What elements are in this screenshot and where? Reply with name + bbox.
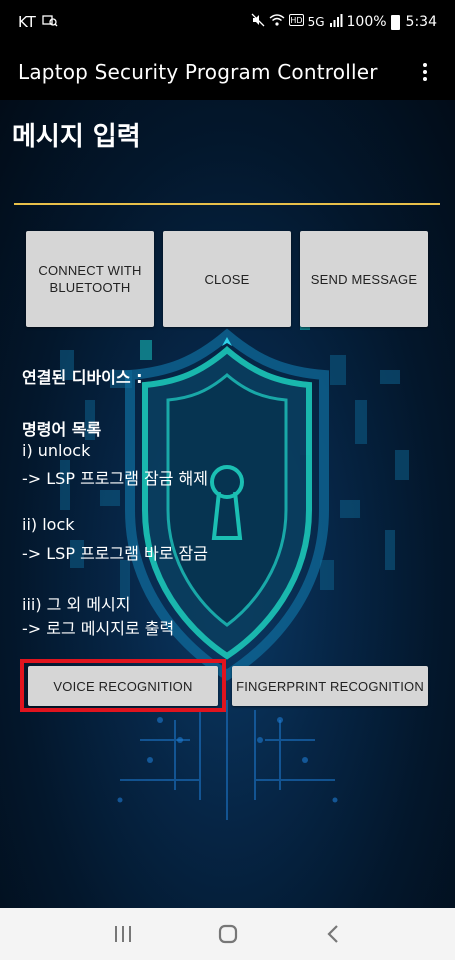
status-right: HD 5G 100% 5:34	[251, 13, 437, 31]
recent-apps-icon[interactable]	[103, 914, 143, 954]
command-1-name: i) unlock	[22, 441, 91, 460]
hd-icon: HD	[288, 14, 304, 30]
send-message-button[interactable]: SEND MESSAGE	[300, 231, 428, 327]
search-notification-icon	[42, 14, 58, 31]
back-icon[interactable]	[313, 914, 353, 954]
wifi-icon	[269, 13, 285, 31]
clock: 5:34	[405, 14, 437, 30]
command-2-desc: -> LSP 프로그램 바로 잠금	[22, 544, 209, 563]
status-left: KT	[18, 13, 58, 31]
home-icon[interactable]	[208, 914, 248, 954]
close-button[interactable]: CLOSE	[163, 231, 291, 327]
commands-title: 명령어 목록	[22, 420, 102, 439]
command-3-desc: -> 로그 메시지로 출력	[22, 619, 175, 638]
main-content: 메시지 입력 CONNECT WITH BLUETOOTH CLOSE SEND…	[0, 100, 455, 908]
connected-device-label: 연결된 디바이스 :	[22, 368, 143, 387]
navigation-bar	[0, 908, 455, 960]
app-bar: Laptop Security Program Controller	[0, 44, 455, 100]
fingerprint-recognition-button[interactable]: FINGERPRINT RECOGNITION	[232, 666, 428, 706]
carrier-label: KT	[18, 13, 36, 31]
message-input-label: 메시지 입력	[12, 122, 141, 152]
overflow-menu-icon[interactable]	[413, 60, 437, 84]
command-2-name: ii) lock	[22, 515, 75, 534]
svg-text:HD: HD	[290, 16, 302, 25]
connect-bluetooth-button[interactable]: CONNECT WITH BLUETOOTH	[26, 231, 154, 327]
highlight-box	[20, 659, 226, 712]
mute-icon	[251, 13, 265, 31]
command-3-name: iii) 그 외 메시지	[22, 595, 131, 614]
message-input-field[interactable]	[14, 203, 440, 205]
status-bar: KT HD 5G 100% 5:34	[0, 0, 455, 44]
signal-icon	[329, 13, 343, 31]
network-type-label: 5G	[307, 15, 325, 29]
battery-percent: 100%	[346, 14, 387, 30]
app-title: Laptop Security Program Controller	[18, 60, 378, 84]
battery-icon	[390, 14, 400, 30]
command-1-desc: -> LSP 프로그램 잠금 해제	[22, 469, 209, 488]
shield-background-art	[60, 300, 409, 820]
